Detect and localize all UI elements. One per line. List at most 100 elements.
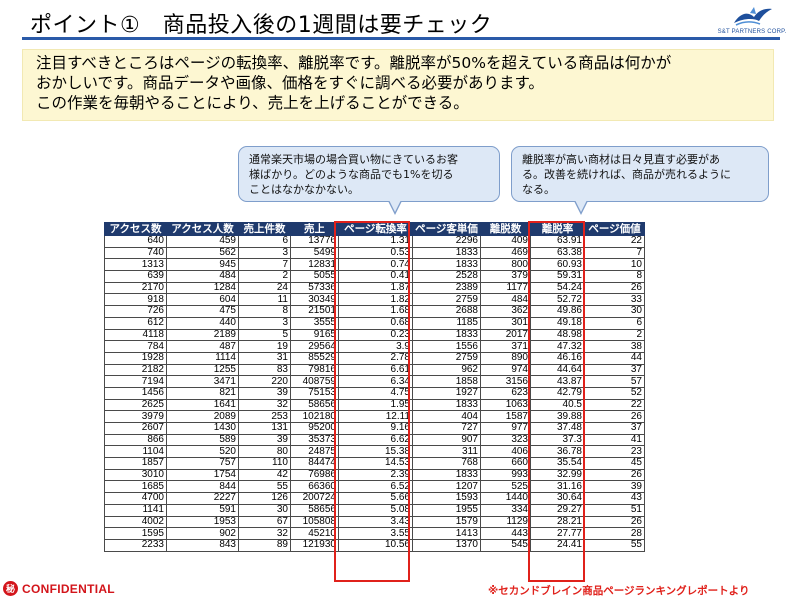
table-row: 1857 757 110 84474 14.53 768 660 35.54 45 [104, 457, 645, 470]
table-cell: 35373 [290, 433, 339, 447]
confidential-label: CONFIDENTIAL [22, 581, 115, 596]
table-cell: 57336 [290, 281, 339, 295]
table-cell: 58656 [290, 503, 339, 517]
table-cell: 604 [166, 293, 239, 307]
column-header: ページ転換率 [338, 222, 413, 236]
table-cell: 1833 [412, 468, 481, 482]
table-cell: 977 [480, 422, 531, 435]
table-cell: 1595 [104, 527, 167, 540]
table-cell: 2227 [166, 492, 239, 505]
table-cell: 520 [166, 445, 239, 459]
table-cell: 253 [238, 410, 291, 423]
table-cell: 15.38 [338, 445, 413, 459]
table-row: 3010 1754 42 76986 2.39 1833 993 32.99 26 [104, 468, 645, 482]
table-cell: 3.43 [338, 515, 413, 529]
table-cell: 726 [104, 305, 167, 318]
table-cell: 2 [238, 270, 291, 283]
table-cell: 9.16 [338, 422, 413, 435]
table-cell: 22 [584, 398, 645, 412]
column-header: 離脱率 [530, 222, 585, 236]
table-cell: 46.16 [530, 351, 585, 365]
table-cell: 1579 [412, 515, 481, 529]
table-cell: 3979 [104, 410, 167, 423]
table-cell: 45210 [290, 527, 339, 540]
table-cell: 44.64 [530, 363, 585, 377]
table-row: 1313 945 7 12831 0.74 1833 800 60.93 10 [104, 258, 645, 272]
table-cell: 440 [166, 316, 239, 330]
table-cell: 63.91 [530, 235, 585, 248]
table-cell: 40.5 [530, 398, 585, 412]
table-cell: 640 [104, 235, 167, 248]
table-cell: 562 [166, 246, 239, 260]
table-cell: 821 [166, 386, 239, 400]
table-row: 2625 1641 32 58656 1.95 1833 1063 40.5 22 [104, 398, 645, 412]
table-cell: 12.11 [338, 410, 413, 423]
table-cell: 974 [480, 363, 531, 377]
table-row: 640 459 6 13776 1.31 2296 409 63.91 22 [104, 235, 645, 248]
table-cell: 1313 [104, 258, 167, 272]
table-cell: 4118 [104, 328, 167, 342]
table-cell: 23 [584, 445, 645, 459]
table-cell: 362 [480, 305, 531, 318]
column-header: 売上件数 [238, 222, 291, 236]
table-cell: 1833 [412, 398, 481, 412]
table-cell: 3010 [104, 468, 167, 482]
table-cell: 1255 [166, 363, 239, 377]
table-cell: 63.38 [530, 246, 585, 260]
column-header: ページ価値 [584, 222, 645, 236]
table-cell: 866 [104, 433, 167, 447]
table-cell: 58656 [290, 398, 339, 412]
callout-bounce-note: 離脱率が高い商材は日々見直す必要があ る。改善を続ければ、商品が売れるように な… [511, 146, 769, 202]
table-cell: 1955 [412, 503, 481, 517]
table-cell: 1685 [104, 480, 167, 494]
title-underline [22, 37, 780, 40]
table-cell: 2688 [412, 305, 481, 318]
table-cell: 409 [480, 235, 531, 248]
table-cell: 301 [480, 316, 531, 330]
table-cell: 379 [480, 270, 531, 283]
table-body: 640 459 6 13776 1.31 2296 409 63.91 22 740 562 3 549… [104, 235, 645, 552]
table-row: 4118 2189 5 9165 0.23 1833 2017 48.98 2 [104, 328, 645, 342]
table-row: 4002 1953 67 105808 3.43 1579 1129 28.21 26 [104, 515, 645, 529]
table-cell: 52.72 [530, 293, 585, 307]
table-cell: 49.18 [530, 316, 585, 330]
table-cell: 28.21 [530, 515, 585, 529]
table-cell: 0.53 [338, 246, 413, 260]
table-cell: 8 [584, 270, 645, 283]
table-cell: 3156 [480, 375, 531, 388]
table-row: 1595 902 32 45210 3.55 1413 443 27.77 28 [104, 527, 645, 540]
table-cell: 1114 [166, 351, 239, 365]
table-cell: 2089 [166, 410, 239, 423]
table-cell: 408759 [290, 375, 339, 388]
table-row: 2170 1284 24 57336 1.87 2389 1177 54.24 26 [104, 281, 645, 295]
table-cell: 2759 [412, 351, 481, 365]
table-cell: 2233 [104, 538, 167, 552]
callout-line: 離脱率が高い商材は日々見直す必要があ [522, 153, 720, 166]
table-cell: 131 [238, 422, 291, 435]
table-cell: 1.87 [338, 281, 413, 295]
table-cell: 3.55 [338, 527, 413, 540]
table-cell: 12831 [290, 258, 339, 272]
table-cell: 1413 [412, 527, 481, 540]
table-cell: 30.64 [530, 492, 585, 505]
table-cell: 993 [480, 468, 531, 482]
table-cell: 1927 [412, 386, 481, 400]
table-cell: 1833 [412, 258, 481, 272]
table-cell: 0.41 [338, 270, 413, 283]
confidential-mark: 秘 CONFIDENTIAL [3, 580, 115, 597]
table-cell: 2 [584, 328, 645, 342]
table-cell: 1141 [104, 503, 167, 517]
table-cell: 36.78 [530, 445, 585, 459]
table-cell: 740 [104, 246, 167, 260]
table-cell: 1833 [412, 246, 481, 260]
table-cell: 3 [238, 246, 291, 260]
table-cell: 26 [584, 281, 645, 295]
table-cell: 371 [480, 340, 531, 353]
table-row: 784 487 19 29564 3.9 1556 371 47.32 38 [104, 340, 645, 353]
column-header: アクセス数 [104, 222, 167, 236]
table-cell: 6.34 [338, 375, 413, 388]
table-cell: 907 [412, 433, 481, 447]
table-cell: 83 [238, 363, 291, 377]
table-cell: 334 [480, 503, 531, 517]
table-cell: 727 [412, 422, 481, 435]
